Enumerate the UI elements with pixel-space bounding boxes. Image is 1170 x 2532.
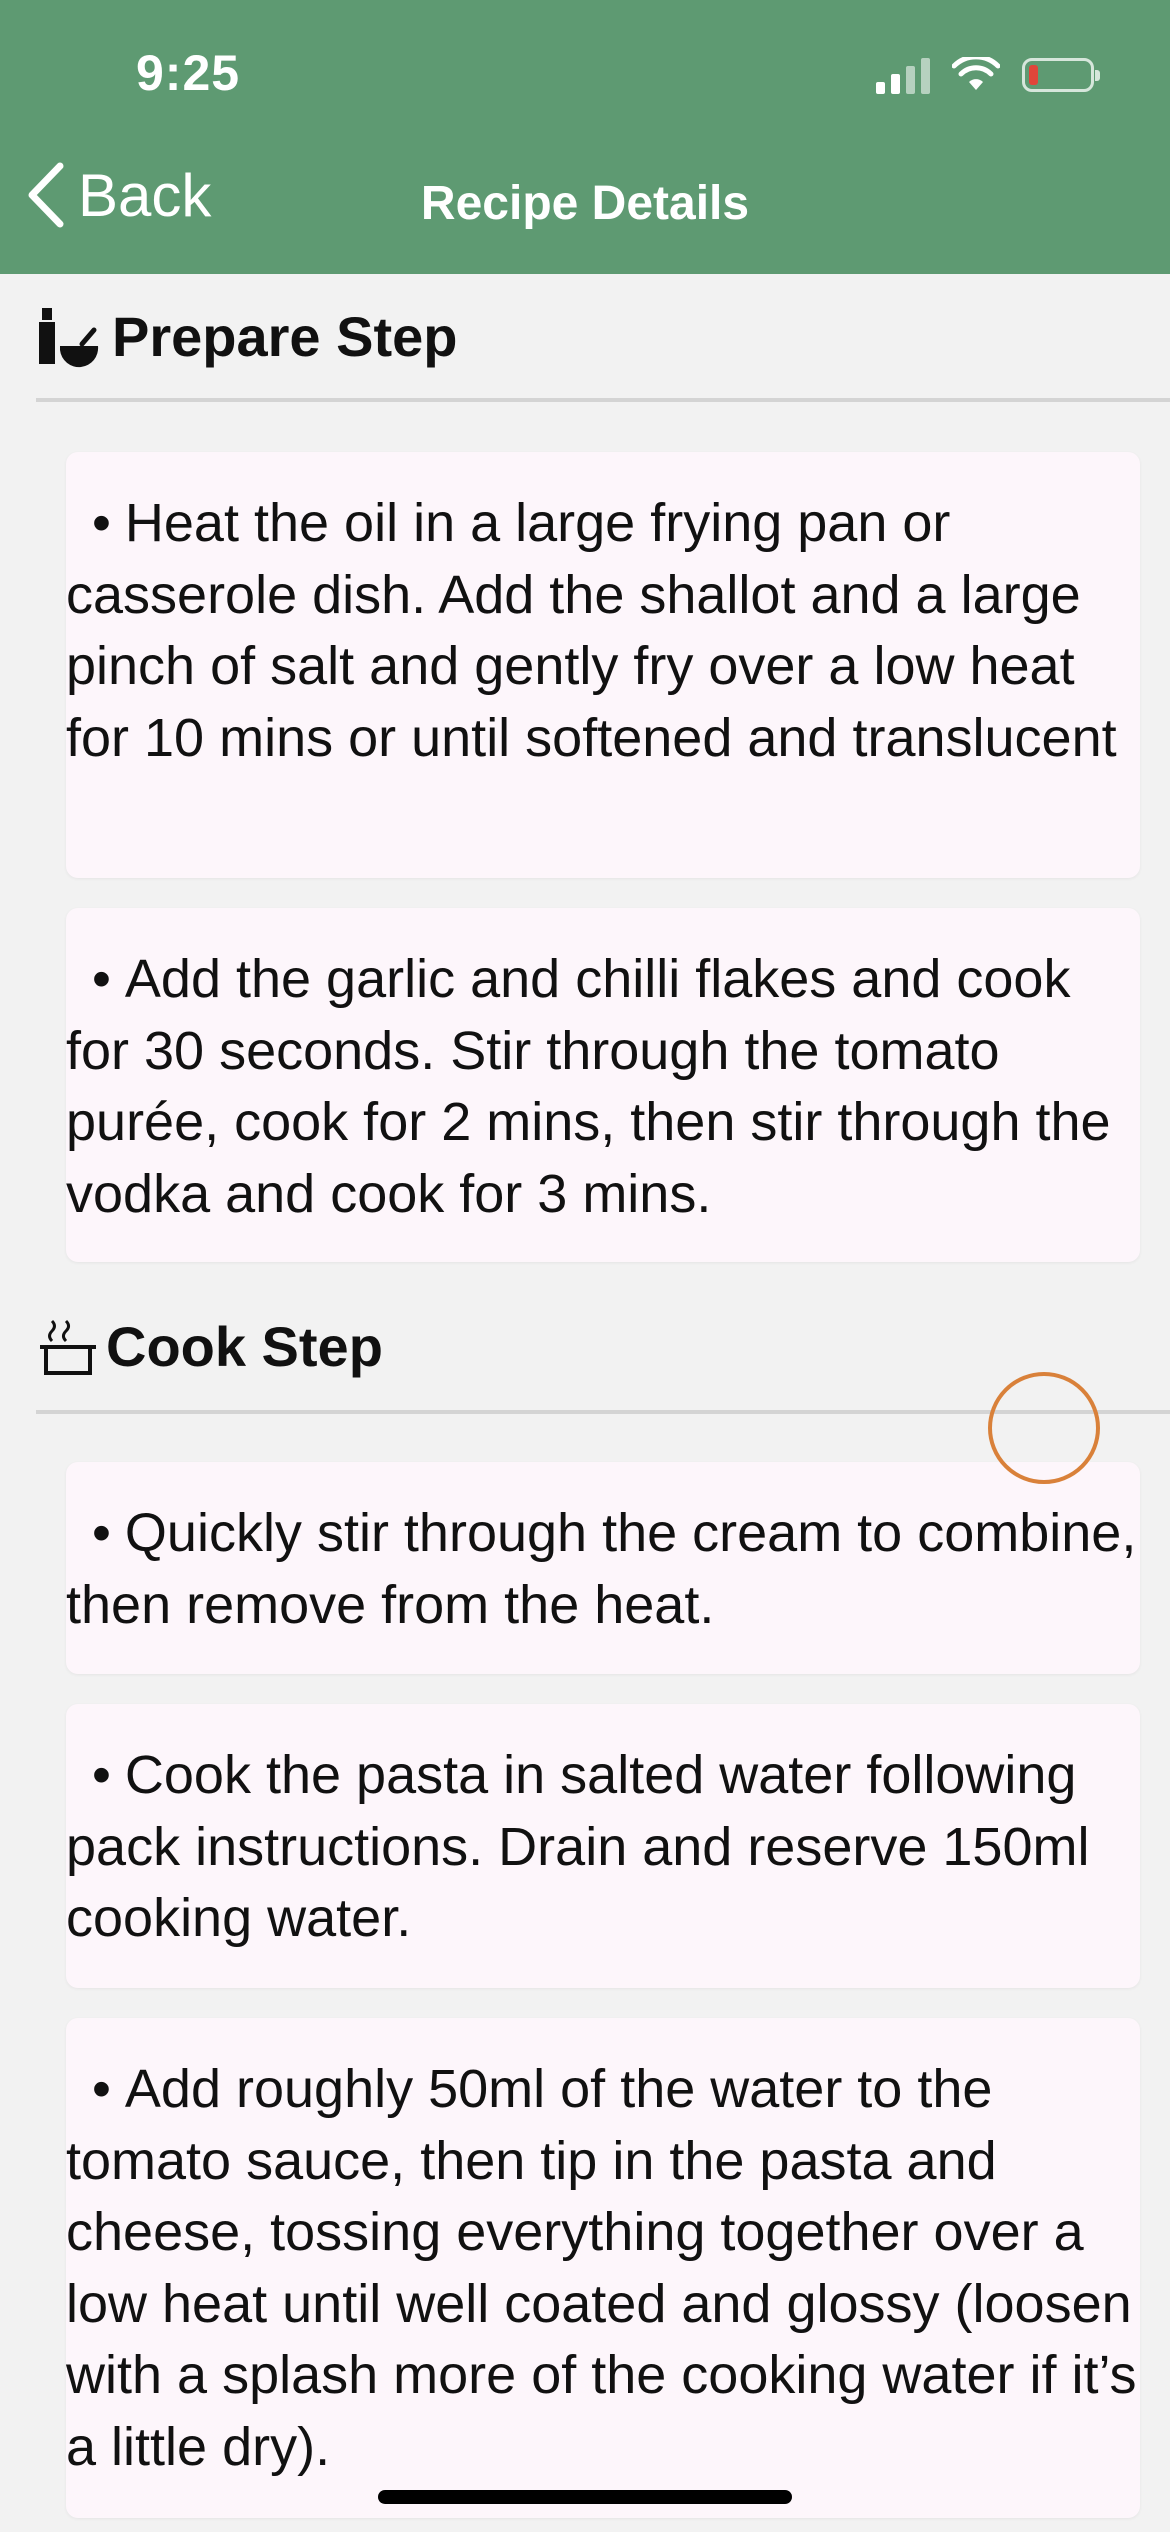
step-text-content: Add roughly 50ml of the water to the tom… xyxy=(66,2059,1137,2477)
section-title-label: Prepare Step xyxy=(112,305,458,368)
page-title: Recipe Details xyxy=(420,177,750,230)
cooking-pot-icon xyxy=(40,1319,96,1375)
battery-icon xyxy=(1022,58,1100,92)
wifi-icon xyxy=(952,57,1000,90)
bullet: • xyxy=(92,493,111,553)
step-text: • Heat the oil in a large frying pan or c… xyxy=(66,488,1140,774)
step-card: • Cook the pasta in salted water followin… xyxy=(66,1704,1140,1988)
step-text-content: Quickly stir through the cream to combin… xyxy=(66,1503,1137,1635)
section-title-cook: Cook Step xyxy=(36,1314,383,1379)
step-card: • Quickly stir through the cream to combi… xyxy=(66,1462,1140,1674)
header: 9:25 Back Recipe Details xyxy=(0,0,1170,274)
home-indicator[interactable] xyxy=(378,2490,792,2504)
section-divider xyxy=(36,398,1170,402)
section-title-label: Cook Step xyxy=(106,1315,383,1378)
step-text: • Quickly stir through the cream to combi… xyxy=(66,1498,1140,1641)
section-title-prepare: Prepare Step xyxy=(36,304,458,369)
bullet: • xyxy=(92,1503,111,1563)
step-text-content: Heat the oil in a large frying pan or ca… xyxy=(66,493,1117,768)
status-time: 9:25 xyxy=(136,45,241,101)
step-text: • Add the garlic and chilli flakes and co… xyxy=(66,944,1140,1230)
step-card: • Add roughly 50ml of the water to the to… xyxy=(66,2018,1140,2518)
status-icons xyxy=(876,56,1100,94)
prepare-icon xyxy=(39,307,99,367)
step-text: • Cook the pasta in salted water followin… xyxy=(66,1740,1140,1955)
battery-level xyxy=(1029,65,1038,85)
step-text: • Add roughly 50ml of the water to the to… xyxy=(66,2054,1140,2483)
step-text-content: Cook the pasta in salted water following… xyxy=(66,1745,1090,1948)
step-text-content: Add the garlic and chilli flakes and coo… xyxy=(66,949,1111,1224)
signal-icon xyxy=(876,56,930,94)
bullet: • xyxy=(92,2059,111,2119)
bullet: • xyxy=(92,1745,111,1805)
touch-indicator xyxy=(988,1372,1100,1484)
step-card: • Add the garlic and chilli flakes and co… xyxy=(66,908,1140,1262)
step-card: • Heat the oil in a large frying pan or c… xyxy=(66,452,1140,878)
bullet: • xyxy=(92,949,111,1009)
